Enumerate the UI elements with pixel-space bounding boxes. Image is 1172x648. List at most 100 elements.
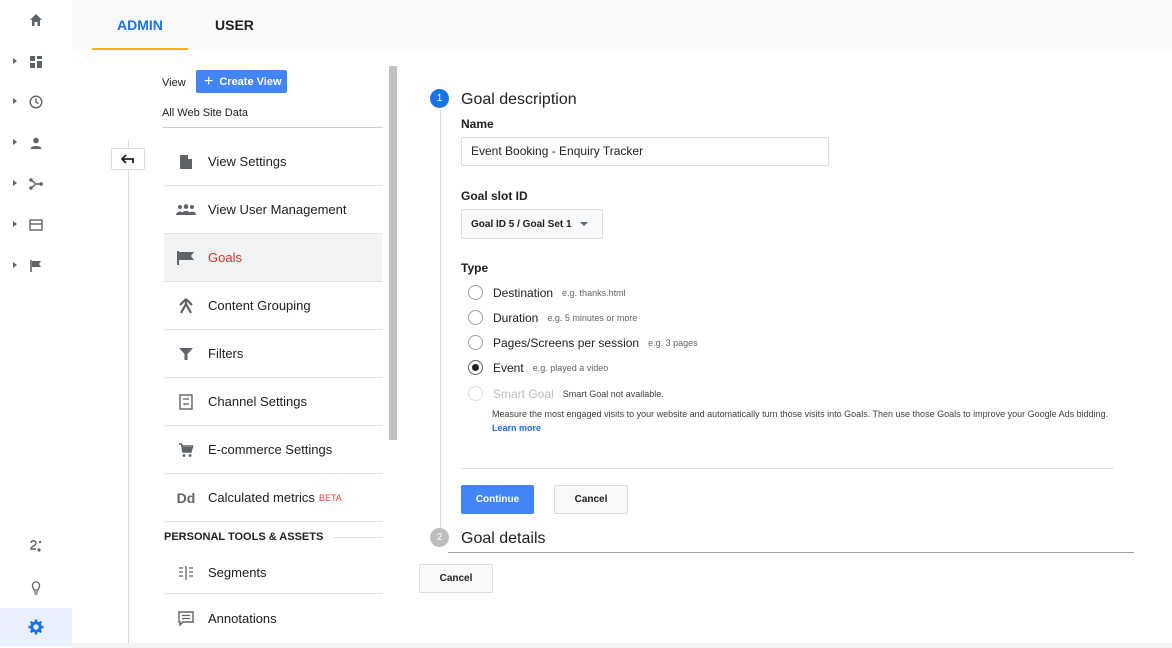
segments-icon	[164, 565, 208, 580]
dashboard-icon[interactable]	[0, 42, 72, 82]
dd-icon-text: Dd	[176, 489, 196, 506]
learn-more-link[interactable]: Learn more	[492, 423, 541, 433]
bottom-strip	[72, 643, 1172, 648]
filter-icon	[164, 347, 208, 361]
menu-item-segments[interactable]: Segments	[164, 552, 382, 594]
section-personal-tools: PERSONAL TOOLS & ASSETS	[164, 522, 382, 552]
type-option-hint: e.g. 3 pages	[648, 337, 698, 348]
grouping-icon	[164, 297, 208, 314]
view-settings-menu: View Settings View User Management Goals…	[164, 138, 382, 642]
acquisition-icon[interactable]	[0, 164, 72, 204]
menu-label: Content Grouping	[208, 298, 311, 313]
menu-label: Goals	[208, 250, 242, 265]
dd-icon: Dd	[164, 490, 208, 506]
type-option-event[interactable]: Event e.g. played a video	[468, 360, 608, 375]
divider	[162, 127, 383, 128]
create-view-button[interactable]: + Create View	[196, 70, 287, 93]
flag-icon	[164, 250, 208, 265]
lightbulb-icon[interactable]	[0, 568, 72, 608]
back-arrow-icon	[121, 154, 134, 164]
back-button[interactable]	[111, 148, 145, 170]
chevron-down-icon	[579, 222, 588, 226]
menu-label: E-commerce Settings	[208, 442, 333, 457]
view-column: View + Create View All Web Site Data Vie…	[90, 50, 400, 643]
menu-item-channel-settings[interactable]: Channel Settings	[164, 378, 382, 426]
tab-user[interactable]: USER	[215, 0, 254, 50]
menu-label: Segments	[208, 565, 267, 580]
step-1-title: Goal description	[461, 91, 577, 108]
menu-item-annotations[interactable]: Annotations	[164, 594, 382, 642]
menu-label: Filters	[208, 346, 244, 361]
type-option-label: Event	[493, 360, 524, 375]
radio-button-disabled	[468, 386, 483, 401]
plus-icon: +	[204, 72, 214, 90]
cancel-goal-button[interactable]: Cancel	[419, 564, 493, 593]
goal-slot-dropdown[interactable]: Goal ID 5 / Goal Set 1	[461, 209, 603, 239]
left-rail	[0, 0, 72, 648]
gear-icon[interactable]	[0, 608, 72, 646]
section-title: PERSONAL TOOLS & ASSETS	[164, 531, 324, 543]
type-label: Type	[461, 261, 489, 275]
radio-button[interactable]	[468, 285, 483, 300]
type-option-pages-screens[interactable]: Pages/Screens per session e.g. 3 pages	[468, 335, 698, 350]
menu-label: Channel Settings	[208, 394, 308, 409]
tab-admin[interactable]: ADMIN	[117, 0, 163, 50]
type-option-hint: e.g. played a video	[532, 362, 609, 373]
type-option-label: Pages/Screens per session	[493, 335, 640, 350]
divider	[333, 536, 382, 538]
type-option-hint: e.g. 5 minutes or more	[547, 312, 638, 323]
menu-label: Annotations	[208, 610, 277, 626]
continue-button[interactable]: Continue	[461, 485, 534, 514]
menu-item-view-settings[interactable]: View Settings	[164, 138, 382, 186]
cancel-button[interactable]: Cancel	[554, 485, 628, 514]
flag-icon[interactable]	[0, 246, 72, 286]
goal-slot-value: Goal ID 5 / Goal Set 1	[471, 218, 572, 230]
type-option-duration[interactable]: Duration e.g. 5 minutes or more	[468, 310, 637, 325]
view-selector[interactable]: All Web Site Data	[162, 107, 248, 119]
attribution-icon[interactable]	[0, 526, 72, 566]
radio-button[interactable]	[468, 310, 483, 325]
type-option-label: Smart Goal	[493, 386, 554, 401]
menu-label: Calculated metrics	[208, 490, 315, 505]
type-option-hint: Smart Goal not available.	[562, 388, 664, 399]
radio-button[interactable]	[468, 335, 483, 350]
cart-icon	[164, 442, 208, 458]
menu-item-filters[interactable]: Filters	[164, 330, 382, 378]
annotation-icon	[164, 610, 208, 626]
menu-item-view-user-management[interactable]: View User Management	[164, 186, 382, 234]
smart-goal-description: Measure the most engaged visits to your …	[492, 407, 1132, 435]
create-view-label: Create View	[219, 75, 282, 88]
type-option-label: Duration	[493, 310, 539, 325]
beta-badge: BETA	[318, 492, 342, 503]
document-icon	[164, 154, 208, 170]
goal-name-input[interactable]: Event Booking - Enquiry Tracker	[461, 137, 829, 166]
type-option-label: Destination	[493, 285, 554, 300]
tree-line	[128, 140, 129, 643]
type-option-hint: e.g. thanks.html	[562, 287, 626, 298]
menu-label: View Settings	[208, 154, 287, 169]
step-connector-line	[440, 110, 441, 538]
clock-icon[interactable]	[0, 82, 72, 122]
divider	[461, 468, 1114, 469]
divider	[448, 552, 1134, 553]
home-icon[interactable]	[0, 0, 72, 40]
person-icon[interactable]	[0, 123, 72, 163]
radio-button-selected[interactable]	[468, 360, 483, 375]
channel-icon	[164, 393, 208, 410]
smart-goal-text: Measure the most engaged visits to your …	[492, 409, 1109, 419]
scrollbar[interactable]	[389, 66, 397, 440]
type-option-smart-goal: Smart Goal Smart Goal not available.	[468, 386, 664, 401]
step-1-badge: 1	[430, 89, 449, 108]
step-2-badge: 2	[430, 528, 449, 547]
people-icon	[164, 203, 208, 216]
view-label: View	[162, 77, 186, 89]
step-2-title: Goal details	[461, 530, 546, 547]
menu-item-content-grouping[interactable]: Content Grouping	[164, 282, 382, 330]
menu-item-goals[interactable]: Goals	[164, 234, 382, 282]
goal-slot-label: Goal slot ID	[461, 189, 528, 203]
name-label: Name	[461, 117, 494, 131]
behavior-icon[interactable]	[0, 205, 72, 245]
menu-item-ecommerce-settings[interactable]: E-commerce Settings	[164, 426, 382, 474]
menu-item-calculated-metrics[interactable]: Dd Calculated metrics BETA	[164, 474, 382, 522]
type-option-destination[interactable]: Destination e.g. thanks.html	[468, 285, 626, 300]
